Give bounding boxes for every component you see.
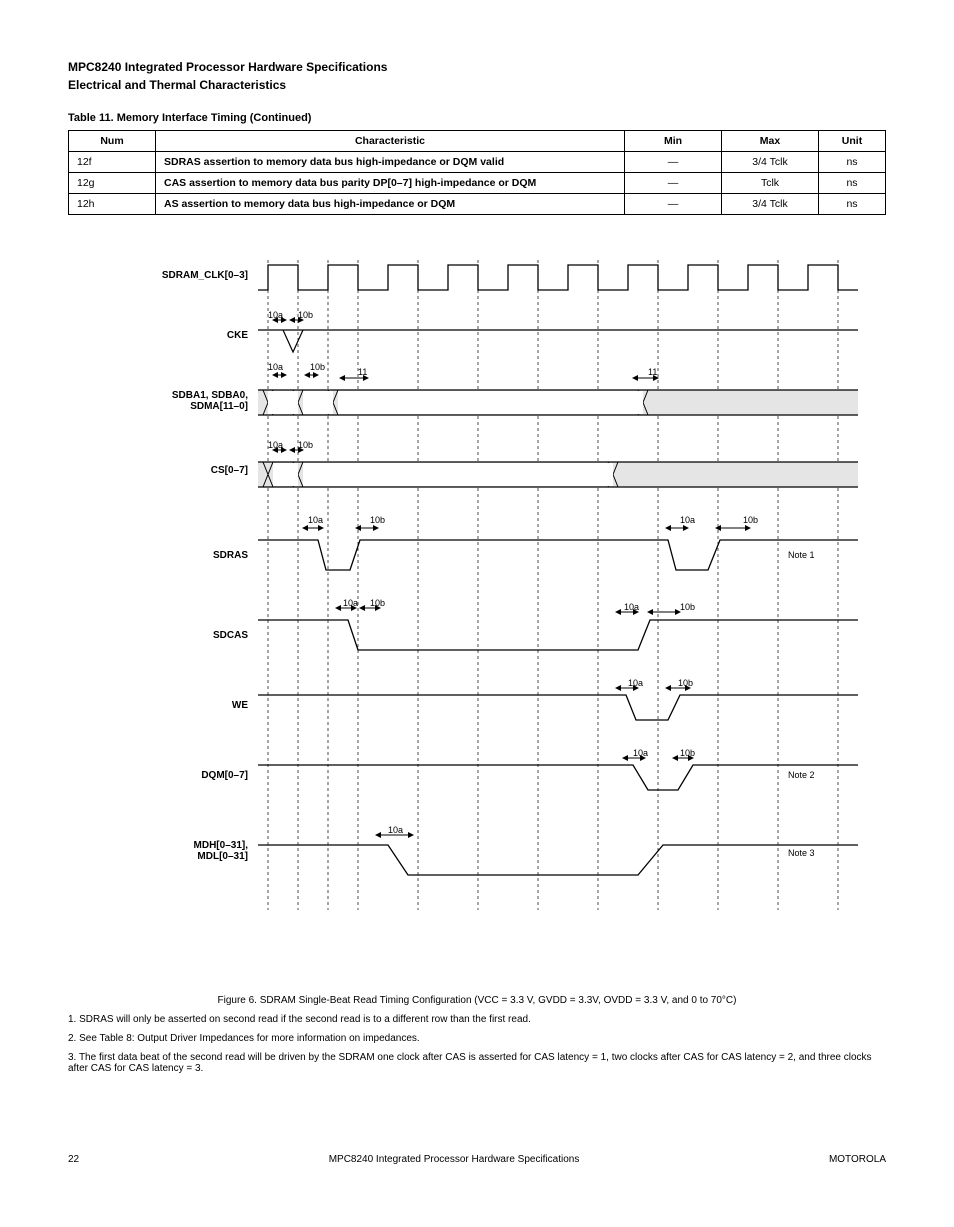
table-row: 12f SDRAS assertion to memory data bus h… [69, 152, 886, 173]
footer-doc: MPC8240 Integrated Processor Hardware Sp… [329, 1154, 580, 1165]
footnote-1: 1. SDRAS will only be asserted on second… [68, 1014, 886, 1025]
timing-diagram: SDRAM_CLK[0–3] CKE SDBA1, SDBA0, SDMA[11… [68, 250, 888, 970]
th-min: Min [625, 131, 722, 152]
table-row: 12h AS assertion to memory data bus high… [69, 194, 886, 215]
figure-caption: Figure 6. SDRAM Single-Beat Read Timing … [68, 995, 886, 1006]
spec-table: Num Characteristic Min Max Unit 12f SDRA… [68, 130, 886, 215]
th-char: Characteristic [156, 131, 625, 152]
th-max: Max [722, 131, 819, 152]
footnote-3: 3. The first data beat of the second rea… [68, 1052, 886, 1074]
footnote-2: 2. See Table 8: Output Driver Impedances… [68, 1033, 886, 1044]
footer-page: 22 [68, 1154, 79, 1165]
th-unit: Unit [819, 131, 886, 152]
header-line2: Electrical and Thermal Characteristics [68, 78, 886, 92]
th-num: Num [69, 131, 156, 152]
footer-company: MOTOROLA [829, 1154, 886, 1165]
table-caption: Table 11. Memory Interface Timing (Conti… [68, 112, 886, 124]
page-footer: 22 MPC8240 Integrated Processor Hardware… [68, 1154, 886, 1165]
table-row: 12g CAS assertion to memory data bus par… [69, 173, 886, 194]
header-line1: MPC8240 Integrated Processor Hardware Sp… [68, 60, 886, 74]
timing-svg [68, 250, 888, 950]
